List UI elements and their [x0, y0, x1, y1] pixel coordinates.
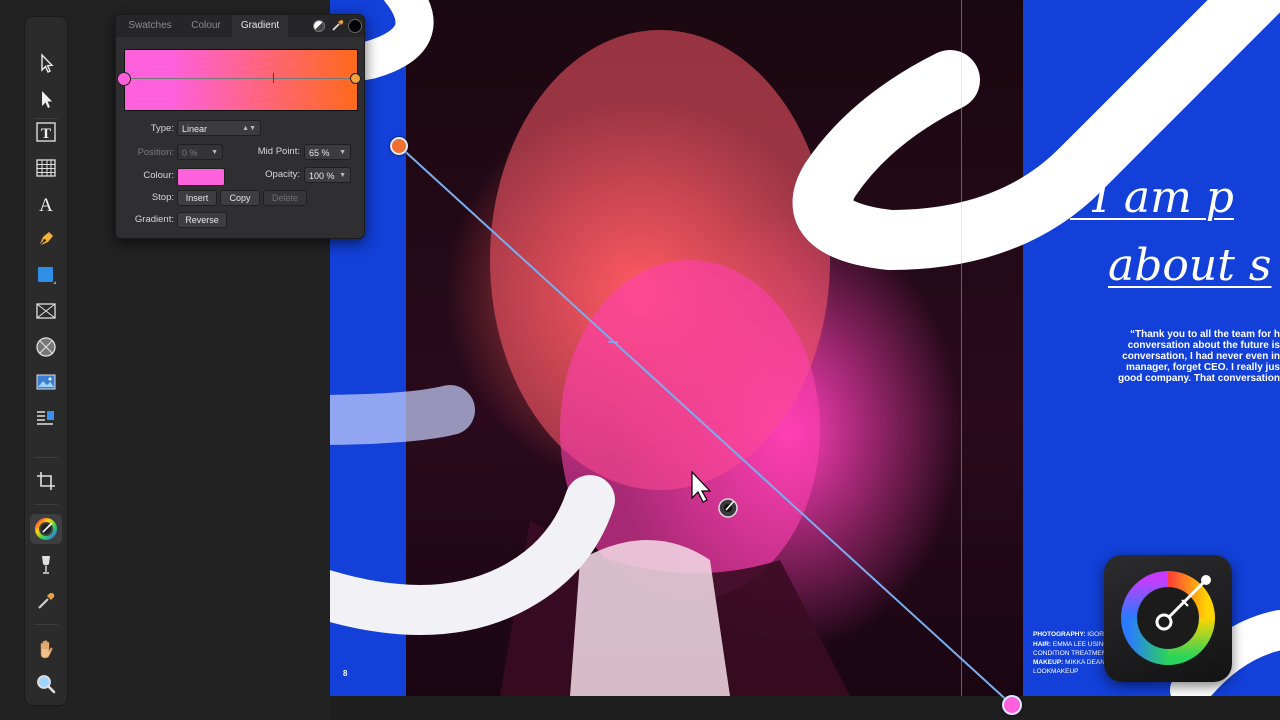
- stop-label: Stop:: [151, 192, 174, 203]
- hand-icon: [40, 640, 53, 659]
- fill-tool-cursor: [691, 470, 738, 518]
- node-arrow-icon: [42, 91, 52, 108]
- pen-nib-icon: [38, 232, 53, 247]
- credit-line: MAKEUP: MIKKA DEAN: [1033, 659, 1105, 666]
- frame-text-icon: T: [36, 122, 56, 142]
- noise-toggle-icon[interactable]: [313, 20, 325, 32]
- page-number: 8: [343, 669, 348, 678]
- crop-icon: [37, 472, 55, 490]
- credit-line: CONDITION TREATMENT: [1033, 650, 1111, 657]
- magnifier-icon: [37, 675, 56, 694]
- pull-quote-line-1[interactable]: “I am p: [1070, 172, 1234, 223]
- body-text-line: good company. That conversation: [1117, 373, 1280, 384]
- wine-glass-icon: [42, 556, 50, 574]
- eyedropper-icon[interactable]: [331, 18, 345, 32]
- ellipse-frame-icon: [36, 337, 56, 357]
- type-label: Type:: [150, 123, 174, 134]
- body-text-block[interactable]: “Thank you to all the team for h convers…: [1090, 329, 1280, 389]
- node-tool[interactable]: [30, 84, 62, 114]
- gradient-start-handle[interactable]: [390, 137, 408, 155]
- body-text-line: manager, forget CEO. I really jus: [1126, 362, 1280, 373]
- tab-swatches[interactable]: Swatches: [120, 15, 180, 37]
- tab-gradient[interactable]: Gradient: [232, 15, 288, 37]
- eyedropper-icon: [38, 593, 55, 609]
- toolbar-divider: [34, 504, 58, 505]
- table-icon: [36, 159, 56, 177]
- type-select[interactable]: Linear ▲▼: [177, 120, 261, 136]
- body-text-line: “Thank you to all the team for h: [1129, 329, 1280, 340]
- position-label: Position:: [137, 147, 174, 158]
- gradient-preview-bar[interactable]: [124, 49, 358, 111]
- fill-tool[interactable]: [30, 514, 62, 544]
- crop-tool[interactable]: [30, 466, 62, 496]
- gradient-stop-start[interactable]: [117, 72, 131, 86]
- zoom-tool[interactable]: [30, 669, 62, 699]
- toolbar-divider: [34, 457, 58, 458]
- svg-text:A: A: [39, 195, 53, 215]
- midpoint-field[interactable]: 65 % ▼: [304, 144, 351, 160]
- chevron-down-icon: ▼: [339, 172, 346, 179]
- stepper-arrows-icon: ▲▼: [242, 125, 256, 132]
- colour-wheel-icon: [35, 518, 57, 540]
- artistic-text-icon: A: [39, 195, 53, 215]
- square-shape-icon: [38, 267, 56, 284]
- midpoint-label: Mid Point:: [257, 146, 300, 157]
- credit-line: HAIR: EMMA LEE USING: [1033, 641, 1109, 648]
- opacity-field[interactable]: 100 % ▼: [304, 167, 351, 183]
- svg-text:T: T: [41, 126, 51, 142]
- ellipse-frame-tool[interactable]: [30, 332, 62, 362]
- gradient-midpoint-marker[interactable]: [273, 73, 274, 83]
- pen-tool[interactable]: [30, 224, 62, 254]
- spread-guide-line: [961, 0, 962, 696]
- hand-tool[interactable]: [30, 634, 62, 664]
- panel-tabs: Swatches Colour Gradient: [116, 15, 364, 37]
- picture-frame-tool[interactable]: [30, 296, 62, 326]
- tab-colour[interactable]: Colour: [182, 15, 230, 37]
- credit-line: PHOTOGRAPHY: IGOR: [1033, 631, 1104, 638]
- artistic-text-tool[interactable]: A: [30, 189, 62, 219]
- rectangle-frame-icon: [36, 303, 56, 319]
- gradient-label: Gradient:: [134, 214, 174, 225]
- gradient-end-handle[interactable]: [1002, 695, 1022, 715]
- fill-tool-badge: [1104, 555, 1232, 682]
- pasteboard-bottom: [330, 696, 1280, 720]
- tools-toolbar: T A: [25, 17, 67, 705]
- gradient-stop-track: [130, 78, 356, 79]
- place-image-tool[interactable]: [30, 367, 62, 397]
- frame-text-tool[interactable]: T: [30, 117, 62, 147]
- text-wrap-tool[interactable]: [30, 403, 62, 433]
- copy-stop-button[interactable]: Copy: [220, 190, 260, 206]
- image-icon: [36, 374, 56, 390]
- delete-stop-button[interactable]: Delete: [263, 190, 307, 206]
- body-text-line: conversation about the future is: [1127, 340, 1280, 351]
- colour-label: Colour:: [143, 170, 174, 181]
- stop-colour-well[interactable]: [177, 168, 225, 186]
- chevron-down-icon: ▼: [211, 149, 218, 156]
- credit-line: LOOKMAKEUP: [1033, 668, 1079, 675]
- toolbar-divider: [34, 624, 58, 625]
- gradient-stop-end[interactable]: [350, 73, 361, 84]
- position-field[interactable]: 0 % ▼: [177, 144, 223, 160]
- shape-tool[interactable]: [30, 260, 62, 290]
- pull-quote-line-2[interactable]: about s: [1108, 240, 1271, 291]
- opacity-label: Opacity:: [265, 169, 300, 180]
- transparency-tool[interactable]: [30, 550, 62, 580]
- move-tool[interactable]: [30, 48, 62, 78]
- chevron-down-icon: ▼: [339, 149, 346, 156]
- reverse-gradient-button[interactable]: Reverse: [177, 212, 227, 228]
- text-wrap-icon: [37, 411, 54, 425]
- colour-wheel-gradient-icon: [1121, 571, 1215, 665]
- insert-stop-button[interactable]: Insert: [177, 190, 217, 206]
- colour-picker-tool[interactable]: [30, 586, 62, 616]
- body-text-line: conversation, I had never even in: [1122, 351, 1280, 362]
- current-colour-swatch[interactable]: [348, 19, 362, 33]
- pointer-cursor-icon: [691, 470, 712, 503]
- table-tool[interactable]: [30, 153, 62, 183]
- gradient-panel: Swatches Colour Gradient Type: Linear ▲▼ …: [115, 14, 365, 239]
- move-arrow-icon: [41, 53, 54, 73]
